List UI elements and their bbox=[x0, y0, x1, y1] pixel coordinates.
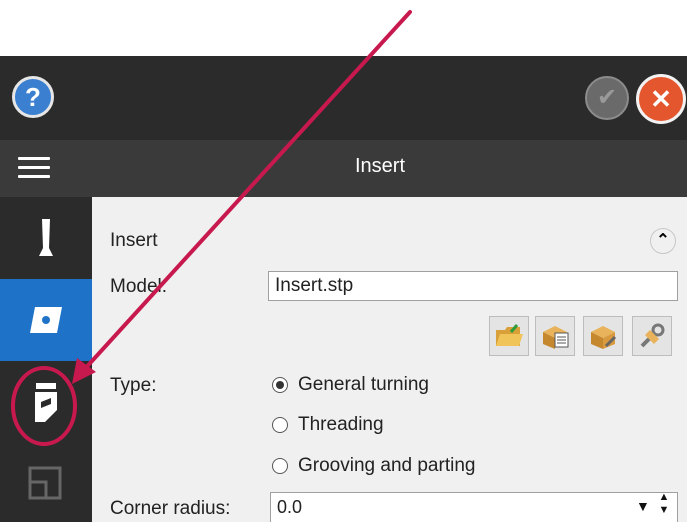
help-icon[interactable]: ? bbox=[12, 76, 54, 118]
radio-label: Grooving and parting bbox=[298, 455, 476, 476]
spinner-icon[interactable]: ▲ ▼ bbox=[656, 491, 672, 517]
corner-radius-field[interactable] bbox=[270, 492, 678, 522]
model-list-button[interactable] bbox=[535, 316, 575, 356]
wrench-settings-icon bbox=[640, 323, 665, 348]
panel-title: Insert bbox=[354, 155, 406, 177]
model-edit-button[interactable] bbox=[583, 316, 623, 356]
menu-icon[interactable] bbox=[18, 157, 50, 179]
radio-button[interactable] bbox=[272, 458, 288, 474]
tool-holder-icon bbox=[39, 219, 53, 256]
model-settings-button[interactable] bbox=[632, 316, 672, 356]
close-icon[interactable]: ✕ bbox=[636, 74, 686, 124]
open-folder-icon bbox=[496, 324, 523, 346]
radio-label: Threading bbox=[298, 414, 384, 435]
ok-icon[interactable]: ✔ bbox=[585, 76, 629, 120]
radio-threading[interactable]: Threading bbox=[272, 414, 384, 436]
model-field[interactable] bbox=[268, 271, 678, 301]
sidebar-item-insert[interactable] bbox=[0, 279, 92, 361]
open-model-button[interactable] bbox=[489, 316, 529, 356]
model-label: Model: bbox=[110, 276, 168, 297]
radio-general-turning[interactable]: General turning bbox=[272, 374, 429, 396]
top-band bbox=[0, 0, 687, 56]
corner-radius-label: Corner radius: bbox=[110, 498, 231, 519]
layout-icon bbox=[28, 466, 62, 500]
tool-assembly-icon bbox=[35, 383, 57, 422]
radio-button[interactable] bbox=[272, 377, 288, 393]
sidebar-item-tool-holder[interactable] bbox=[0, 197, 92, 279]
sidebar bbox=[0, 197, 92, 522]
radio-grooving-parting[interactable]: Grooving and parting bbox=[272, 455, 475, 477]
box-list-icon bbox=[543, 326, 569, 349]
section-title: Insert bbox=[110, 230, 158, 251]
insert-icon bbox=[30, 307, 62, 333]
box-wrench-icon bbox=[591, 326, 617, 349]
radio-button[interactable] bbox=[272, 417, 288, 433]
sidebar-item-layout[interactable] bbox=[0, 443, 92, 525]
type-label: Type: bbox=[110, 375, 157, 396]
radio-label: General turning bbox=[298, 374, 429, 395]
chevron-up-icon[interactable]: ⌃ bbox=[650, 228, 676, 254]
chevron-down-icon[interactable]: ▼ bbox=[636, 498, 650, 514]
sidebar-item-tool-assembly[interactable] bbox=[0, 361, 92, 443]
title-bar bbox=[0, 56, 687, 140]
